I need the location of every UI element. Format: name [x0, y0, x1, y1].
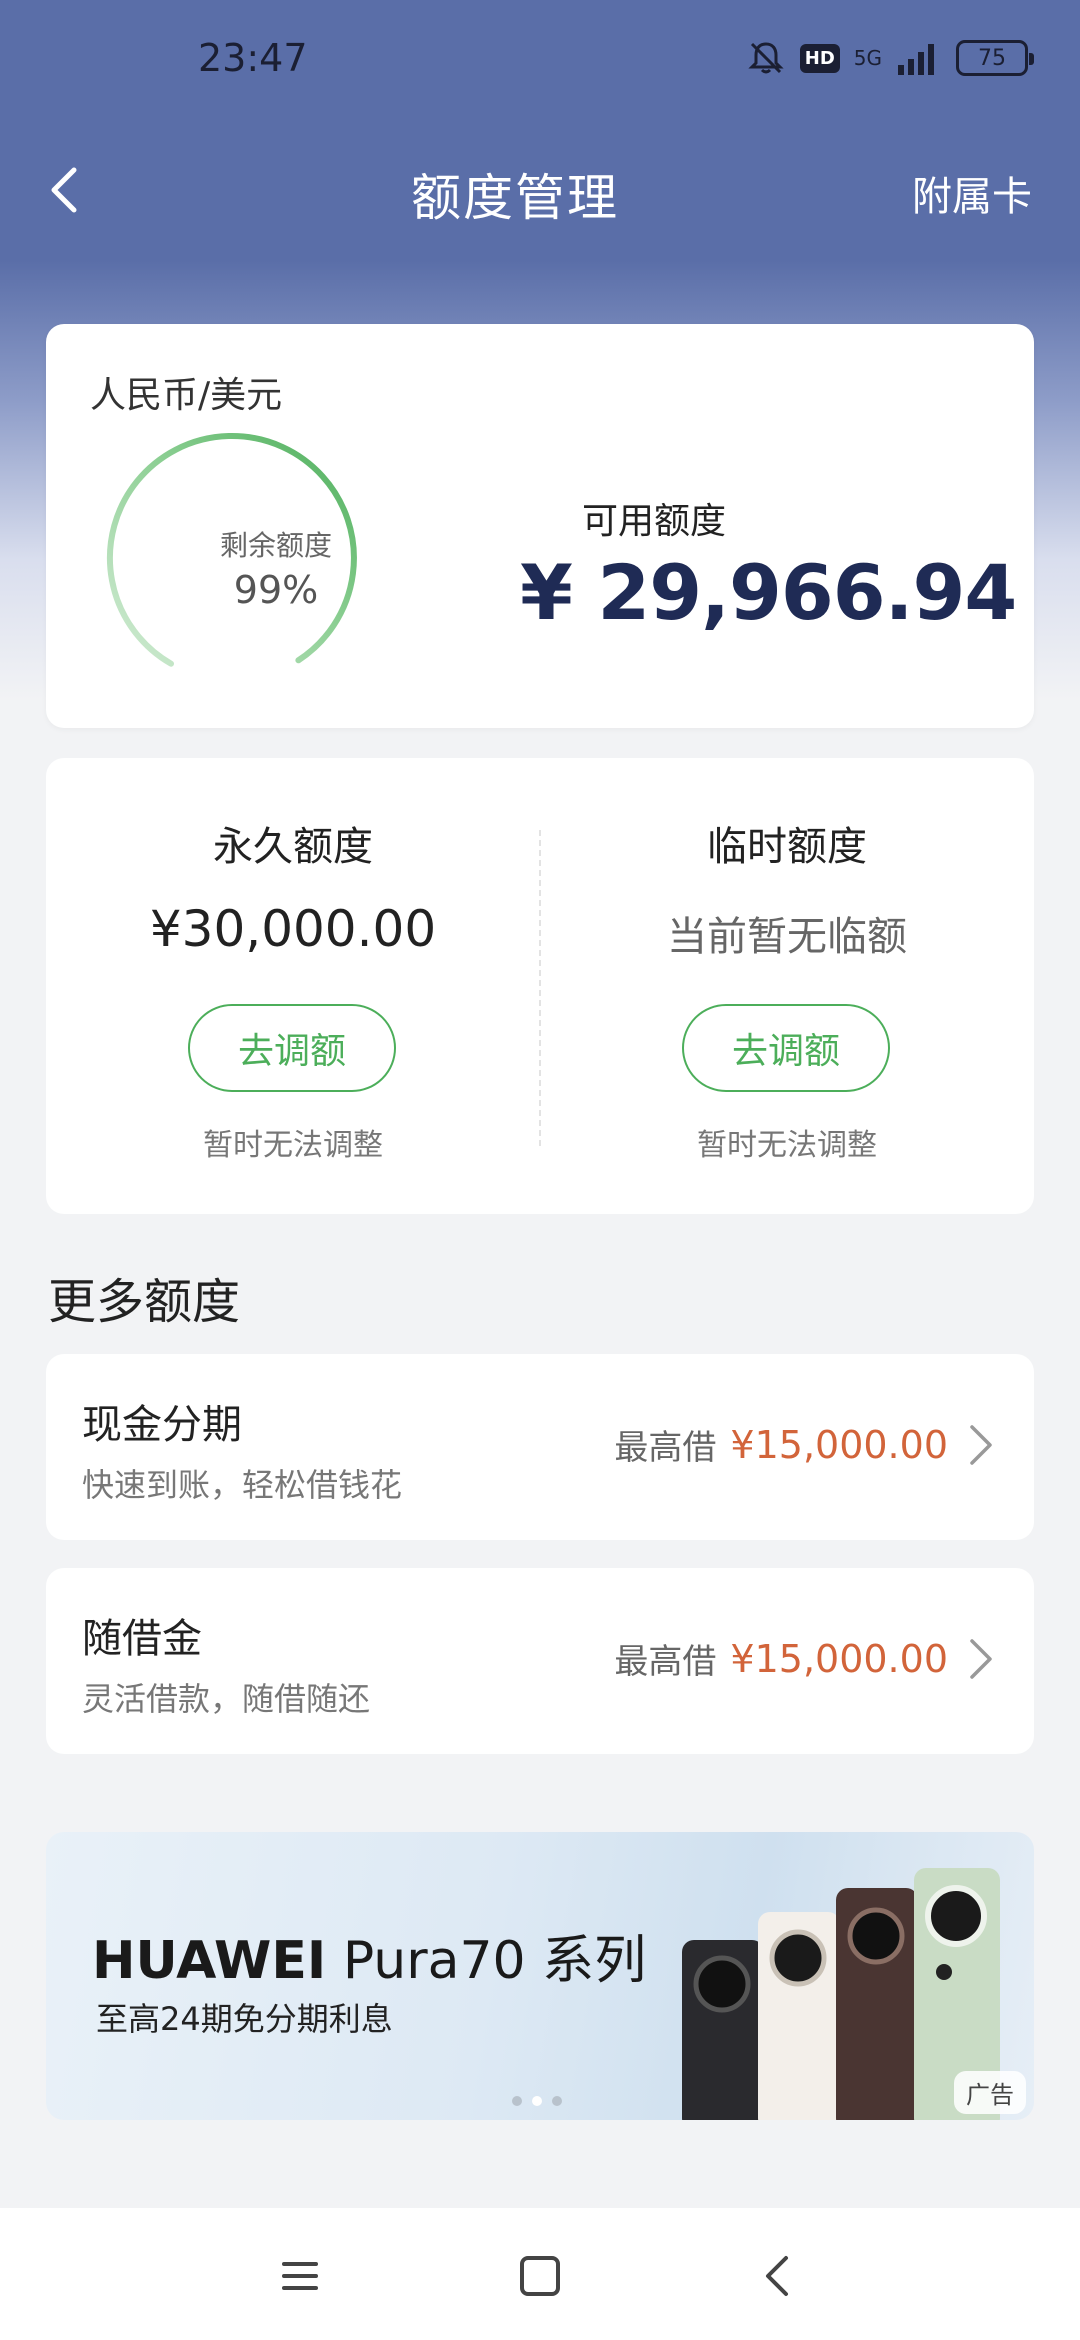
loan-title: 现金分期: [82, 1402, 242, 1448]
loan-max: 最高借 ¥15,000.00: [614, 1634, 994, 1683]
banner-dot: [532, 2096, 542, 2106]
status-bar: 23:47 HD 5G 75: [0, 0, 1080, 120]
banner-title-rest: Pura70 系列: [342, 1931, 647, 1991]
page-title: 额度管理: [411, 169, 619, 227]
loan-title: 随借金: [82, 1616, 202, 1662]
limits-card: 永久额度 ¥30,000.00 去调额 暂时无法调整 临时额度 当前暂无临额 去…: [46, 758, 1034, 1214]
currency-label: 人民币/美元: [90, 375, 283, 416]
available-label: 可用额度: [582, 501, 727, 542]
permanent-limit-note: 暂时无法调整: [203, 1128, 383, 1163]
nav-bar: 额度管理 附属卡: [0, 140, 1080, 240]
promo-banner[interactable]: HUAWEI Pura70 系列 至高24期免分期利息 广告: [46, 1832, 1034, 2120]
temporary-limit-note: 暂时无法调整: [697, 1128, 877, 1163]
banner-brand: HUAWEI: [92, 1931, 327, 1991]
banner-pagination: [512, 2096, 562, 2106]
banner-dot: [512, 2096, 522, 2106]
loan-subtitle: 快速到账，轻松借钱花: [82, 1466, 403, 1504]
banner-subtitle: 至高24期免分期利息: [96, 2000, 393, 2038]
temporary-adjust-button[interactable]: 去调额: [682, 1004, 890, 1092]
banner-dot: [552, 2096, 562, 2106]
temporary-limit: 临时额度 当前暂无临额 去调额 暂时无法调整: [540, 758, 1034, 1214]
loan-max-amount: ¥15,000.00: [730, 1422, 948, 1467]
loan-subtitle: 灵活借款，随借随还: [82, 1680, 371, 1718]
loan-max-label: 最高借: [614, 1428, 717, 1468]
bell-off-icon: [748, 42, 784, 74]
battery-icon: 75: [956, 40, 1034, 76]
cash-installment-item[interactable]: 现金分期 快速到账，轻松借钱花 最高借 ¥15,000.00: [46, 1354, 1034, 1540]
loan-max-label: 最高借: [614, 1642, 717, 1682]
flexible-loan-item[interactable]: 随借金 灵活借款，随借随还 最高借 ¥15,000.00: [46, 1568, 1034, 1754]
ad-badge: 广告: [954, 2071, 1026, 2114]
available-amount: ¥ 29,966.94: [520, 548, 1017, 637]
loan-max-amount: ¥15,000.00: [730, 1636, 948, 1681]
network-type: 5G: [853, 46, 882, 70]
status-time: 23:47: [198, 36, 308, 80]
chevron-right-icon: [970, 1424, 992, 1465]
permanent-limit-title: 永久额度: [213, 824, 373, 870]
home-icon[interactable]: [510, 2246, 570, 2306]
gauge-percent: 99%: [233, 568, 319, 612]
permanent-adjust-button[interactable]: 去调额: [188, 1004, 396, 1092]
credit-summary-card: 人民币/美元 剩余额度 99% 可用额度 ¥ 29,966.94: [46, 324, 1034, 728]
menu-icon[interactable]: [270, 2246, 330, 2306]
signal-icon: [898, 44, 934, 75]
gauge-caption: 剩余额度: [219, 529, 332, 562]
battery-level: 75: [978, 45, 1006, 71]
chevron-right-icon: [970, 1638, 992, 1679]
status-icons: HD 5G 75: [746, 38, 1034, 78]
remaining-gauge: 剩余额度 99%: [106, 428, 446, 708]
supplementary-card-link[interactable]: 附属卡: [912, 164, 1032, 222]
back-icon[interactable]: [748, 2246, 808, 2306]
permanent-limit: 永久额度 ¥30,000.00 去调额 暂时无法调整: [46, 758, 540, 1214]
permanent-limit-amount: ¥30,000.00: [149, 900, 437, 958]
temporary-limit-amount: 当前暂无临额: [667, 914, 907, 960]
more-limits-title: 更多额度: [48, 1274, 241, 1330]
temporary-limit-title: 临时额度: [707, 824, 867, 870]
hd-icon: HD: [799, 43, 840, 73]
system-nav-bar: [0, 2208, 1080, 2340]
banner-title: HUAWEI Pura70 系列: [92, 1918, 646, 1993]
loan-max: 最高借 ¥15,000.00: [614, 1420, 994, 1469]
